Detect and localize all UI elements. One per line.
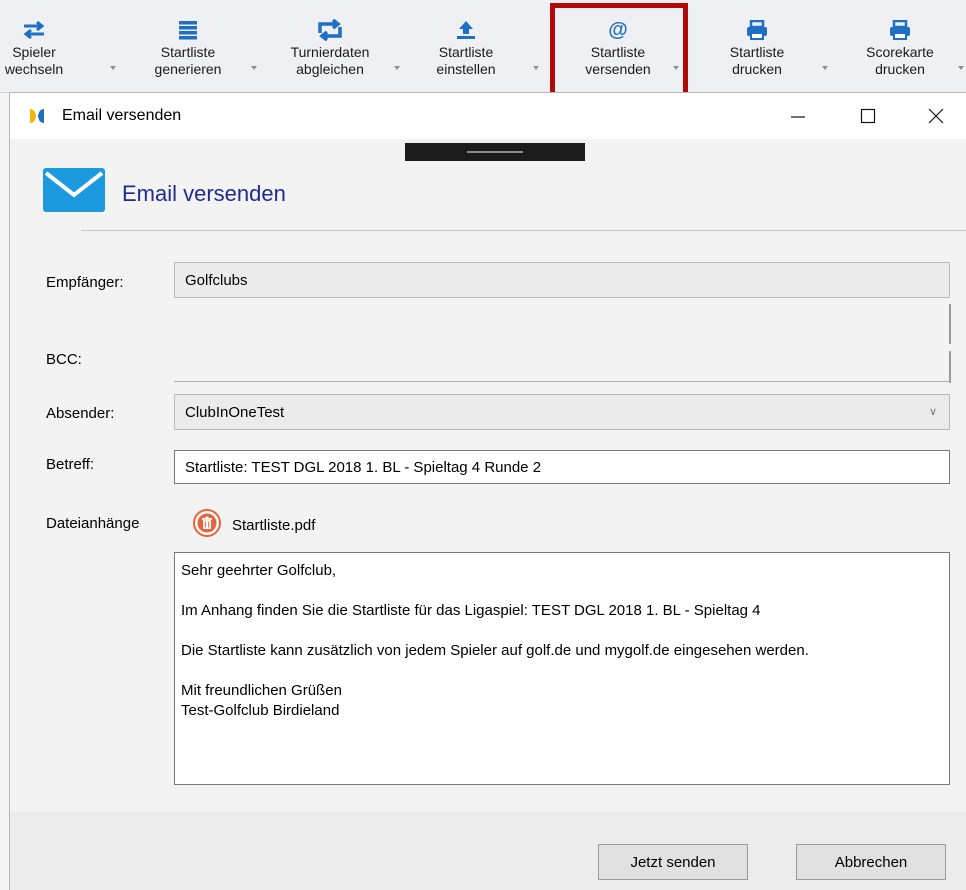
dropdown-arrow-icon[interactable] [533,66,539,70]
bcc-field[interactable] [174,346,950,382]
dropdown-arrow-icon[interactable] [251,66,257,70]
email-dialog: Email versenden Email versenden Empfänge… [10,93,966,890]
recipient-label: Empfänger: [46,274,124,291]
app-logo-icon [28,107,46,129]
printer-icon [746,18,768,42]
generate-startlist-label: Startliste generieren [154,44,222,77]
printer-icon [889,18,911,42]
send-now-button[interactable]: Jetzt senden [598,844,748,880]
body-signature: Test-Golfclub Birdieland [181,702,340,719]
chevron-down-icon: ∨ [928,406,937,418]
sync-tournament-data-label: Turnierdaten abgleichen [290,44,370,77]
maximize-icon[interactable] [848,101,888,131]
dropdown-arrow-icon[interactable] [958,66,964,70]
divider [81,230,966,231]
body-line-1: Im Anhang finden Sie die Startliste für … [181,602,761,619]
recipient-field[interactable]: Golfclubs [174,262,950,298]
subject-label: Betreff: [46,456,95,473]
swap-arrows-icon [21,18,47,42]
subject-field[interactable]: Startliste: TEST DGL 2018 1. BL - Spielt… [174,450,950,484]
delete-attachment-icon[interactable] [192,508,222,542]
close-icon[interactable] [916,101,956,131]
recipient-scrollbar-edge [949,304,951,344]
print-scorecard-button[interactable]: Scorekarte drucken [850,6,950,86]
bcc-field-edge [949,351,951,383]
list-icon [177,18,199,42]
message-body[interactable]: Sehr geehrter Golfclub, Im Anhang finden… [174,552,950,785]
subject-value: Startliste: TEST DGL 2018 1. BL - Spielt… [185,458,542,476]
envelope-icon [42,167,106,217]
print-startlist-button[interactable]: Startliste drucken [712,6,802,86]
body-closing: Mit freundlichen Grüßen [181,682,342,699]
upload-startlist-button[interactable]: Startliste einstellen [418,6,514,86]
sender-label: Absender: [46,405,115,422]
sender-select[interactable]: ClubInOneTest ∨ [174,394,950,430]
sync-icon [315,18,345,42]
dropdown-arrow-icon[interactable] [822,66,828,70]
switch-player-label: Spieler wechseln [4,44,64,77]
attachment-item: Startliste.pdf [192,508,315,542]
body-greeting: Sehr geehrter Golfclub, [181,562,337,579]
cancel-button[interactable]: Abbrechen [796,844,946,880]
upload-icon [455,18,477,42]
dropdown-arrow-icon[interactable] [110,66,116,70]
toolbar: Spieler wechseln Startliste generieren Tur [0,0,966,99]
drag-handle[interactable] [405,143,585,161]
switch-player-button[interactable]: Spieler wechseln [4,6,64,86]
attachment-filename[interactable]: Startliste.pdf [232,517,315,534]
window-title: Email versenden [62,107,182,124]
dialog-titlebar[interactable]: Email versenden [10,93,966,139]
print-startlist-label: Startliste drucken [729,44,785,77]
highlight-frame [550,3,688,99]
sync-tournament-data-button[interactable]: Turnierdaten abgleichen [275,6,385,86]
bcc-label: BCC: [46,351,82,368]
sender-value: ClubInOneTest [185,403,285,421]
body-line-2: Die Startliste kann zusätzlich von jedem… [181,642,809,659]
attachments-label: Dateianhänge [46,515,140,532]
generate-startlist-button[interactable]: Startliste generieren [140,6,236,86]
minimize-icon[interactable] [778,101,818,131]
dropdown-arrow-icon[interactable] [394,66,400,70]
recipient-value: Golfclubs [185,271,248,289]
dialog-heading: Email versenden [122,181,286,206]
upload-startlist-label: Startliste einstellen [436,44,496,77]
print-scorecard-label: Scorekarte drucken [866,44,934,77]
